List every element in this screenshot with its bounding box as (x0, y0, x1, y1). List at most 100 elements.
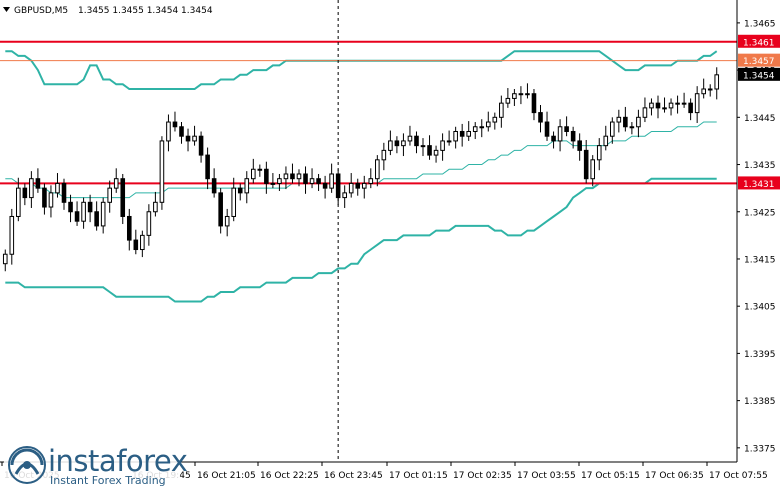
candle-body (623, 116, 628, 128)
candle-body (29, 178, 34, 199)
candle-body (629, 126, 635, 129)
chart-root: 1.34611.34571.3431 1.34651.34551.34451.3… (0, 0, 781, 489)
candle-body (22, 187, 28, 199)
candle-body (113, 178, 119, 189)
candle-body (596, 145, 602, 161)
candle-body (81, 201, 86, 222)
candle-body (257, 168, 263, 171)
time-tick-label: 16 Oct 23:45 (324, 471, 383, 481)
candle-body (375, 159, 380, 180)
candle-body (590, 159, 596, 180)
candle-body (518, 93, 524, 96)
candle-body (9, 215, 15, 255)
candle-body (94, 211, 99, 227)
time-tick-label: 17 Oct 07:55 (709, 471, 768, 481)
candle-body (655, 102, 661, 109)
candle-body (48, 192, 54, 208)
candle-body (2, 253, 8, 265)
candle-body (570, 130, 576, 142)
candle-body (35, 178, 41, 189)
candle-body (564, 126, 569, 132)
candle-body (231, 187, 237, 217)
candle-body (140, 234, 145, 251)
candle-body (198, 135, 204, 156)
candle-body (270, 182, 276, 185)
candle-body (100, 201, 106, 227)
time-tick-label: 17 Oct 03:55 (517, 471, 576, 481)
candle-body (446, 140, 452, 143)
logo-tagline: Instant Forex Trading (50, 474, 166, 487)
candle-body (401, 140, 406, 147)
candle-body (159, 140, 165, 203)
candle-body (179, 126, 184, 137)
price-tick-label: 1.3375 (744, 444, 776, 454)
candle-body (394, 140, 400, 147)
candle-body (414, 135, 419, 147)
candle-body (133, 239, 139, 251)
level-tag-label: 1.3431 (743, 180, 775, 190)
price-tick-label: 1.3425 (744, 208, 776, 218)
candle-body (525, 93, 530, 96)
candle-body (557, 126, 563, 142)
candle-body (283, 173, 289, 180)
time-tick-label: 17 Oct 01:15 (389, 471, 448, 481)
candle-body (342, 192, 347, 199)
candle-body (433, 149, 439, 156)
candle-body (531, 93, 537, 114)
candle-body (688, 102, 693, 114)
candle-body (107, 187, 112, 203)
candle-body (153, 201, 158, 213)
candle-body (166, 121, 171, 142)
price-tick-label: 1.3445 (744, 114, 776, 124)
candle-body (610, 121, 615, 137)
candle-body (388, 140, 393, 151)
candle-body (485, 121, 491, 128)
candle-body (146, 211, 152, 236)
candle-body (551, 135, 556, 142)
candle-body (649, 102, 654, 109)
candle-body (316, 178, 321, 184)
candle-body (505, 97, 511, 104)
candle-body (211, 178, 217, 194)
price-tick-label: 1.3405 (744, 303, 776, 313)
candle-body (329, 173, 334, 189)
time-tick-label: 17 Oct 05:15 (581, 471, 640, 481)
candle-body (185, 135, 191, 142)
logo-wordmark: instaforex (48, 444, 188, 478)
level-tag-label: 1.3461 (743, 38, 775, 48)
candle-body (603, 135, 609, 147)
candle-body (277, 178, 282, 184)
candle-body (681, 102, 687, 105)
time-tick-label: 16 Oct 21:05 (197, 471, 256, 481)
candle-body (479, 126, 485, 129)
candle-body (668, 102, 674, 109)
candle-body (361, 182, 367, 189)
candle-body (577, 140, 582, 151)
candle-body (714, 74, 720, 90)
candle-body (296, 173, 302, 180)
candle-body (61, 182, 67, 203)
candle-body (538, 112, 543, 123)
candle-body (707, 88, 713, 91)
candle-body (303, 173, 308, 184)
candle-body (407, 135, 413, 142)
chart-canvas: 1.34611.34571.3431 1.34651.34551.34451.3… (0, 0, 781, 489)
candle-body (218, 192, 223, 227)
candle-body (381, 149, 387, 161)
price-tick-label: 1.3395 (744, 350, 776, 360)
candle-body (322, 182, 328, 189)
candle-body (583, 149, 589, 180)
time-tick-label: 17 Oct 02:35 (453, 471, 512, 481)
time-tick-label: 16 Oct 22:25 (260, 471, 319, 481)
candle-body (237, 187, 243, 194)
candle-body (244, 178, 250, 194)
candle-body (662, 107, 667, 110)
candle-body (192, 135, 197, 142)
price-tick-label: 1.3465 (744, 19, 776, 29)
candle-body (427, 145, 432, 156)
candle-body (694, 93, 700, 114)
chart-background (0, 0, 781, 489)
candle-body (172, 121, 178, 128)
candle-body (16, 187, 21, 217)
candle-body (87, 201, 93, 213)
